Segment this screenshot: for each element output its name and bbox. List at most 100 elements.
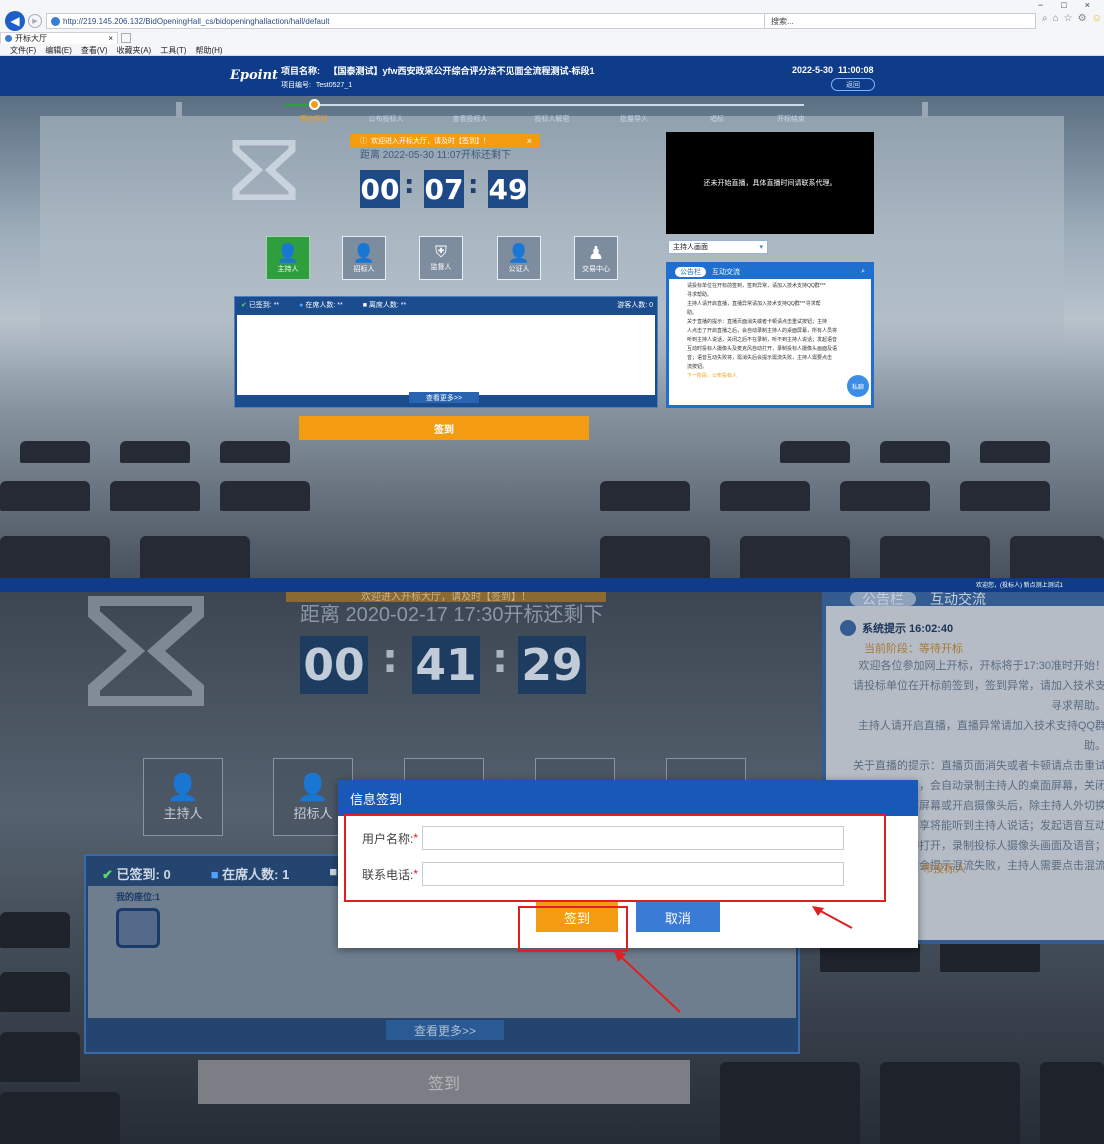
minimize-button[interactable]: − (1038, 0, 1043, 10)
signed-count: ✔ 已签到: ** (241, 300, 279, 310)
notice-panel: 公告栏 互动交流 ⌕ 请投标单位在开标前签到，签到异常，请加入技术支持QQ群**… (666, 262, 874, 408)
private-chat-label: 私聊 (851, 384, 864, 391)
home-icon[interactable]: ⌂ (1053, 13, 1059, 24)
back-button[interactable]: ◀ (5, 11, 25, 31)
notice-line: 助。 (687, 310, 698, 316)
welcome-close-icon[interactable]: × (527, 136, 532, 146)
role-center-card[interactable]: ♟ 交易中心 (574, 236, 618, 280)
tab-favicon-icon (5, 34, 12, 42)
view-more-label: 查看更多>> (425, 394, 463, 402)
notice-next-link[interactable]: 下一阶段：公布投标人 (687, 372, 869, 381)
role-host-card[interactable]: 👤 主持人 (266, 236, 310, 280)
scroll-right-handle[interactable] (922, 102, 928, 118)
hall-chair (880, 441, 950, 463)
step-1: 等待开标 (300, 116, 328, 123)
live-message: 还未开始直播，具体直播时间请联系代理。 (703, 180, 837, 187)
notice-line: 主持人请开启直播，直播异常请加入技术支持QQ群***寻求帮 (687, 301, 821, 307)
notice-line: 互动时投标人摄像头及麦克风自动打开，录制投标人摄像头画面及语 (687, 346, 838, 352)
host-icon: 👤 (276, 242, 300, 263)
private-chat-button[interactable]: 私聊 (847, 375, 869, 397)
check-icon: ✔ (241, 302, 249, 309)
smiley-icon[interactable]: ☺ (1092, 13, 1102, 24)
tab-title: 开标大厅 (15, 33, 47, 43)
notary-icon: 👤 (507, 242, 531, 263)
step-track (284, 104, 804, 106)
return-button[interactable]: 返回 (831, 78, 875, 91)
role-supervisor-card[interactable]: ⛨ 监督人 (419, 236, 463, 280)
annotation-arrow-button (617, 953, 681, 1013)
sign-in-button[interactable]: 签到 (299, 416, 589, 440)
visitor-count: 游客人数: 0 (617, 302, 653, 309)
offline-count-text: 离席人数: ** (368, 302, 407, 309)
live-source-value: 主持人画面 (673, 244, 708, 251)
project-code: Test0527_1 (315, 82, 353, 89)
hall-chair (980, 441, 1050, 463)
menu-favorites[interactable]: 收藏夹(A) (117, 45, 152, 56)
role-notary-card[interactable]: 👤 公证人 (497, 236, 541, 280)
notice-content: 请投标单位在开标前签到，签到异常，请加入技术支持QQ群*** 寻求帮助。 主持人… (687, 282, 869, 381)
menu-edit[interactable]: 编辑(E) (45, 45, 72, 56)
menu-view[interactable]: 查看(V) (81, 45, 108, 56)
step-2: 公布投标人 (368, 116, 404, 123)
search-icon[interactable]: ⌕ (861, 268, 865, 276)
close-window-button[interactable]: × (1085, 0, 1090, 10)
view-more-button[interactable]: 查看更多>> (409, 392, 479, 403)
tab-notice[interactable]: 公告栏 (675, 267, 706, 277)
countdown-colon: : (404, 170, 415, 200)
gear-icon[interactable]: ⚙ (1078, 13, 1087, 24)
new-tab-button[interactable] (121, 32, 131, 43)
notice-line: 音；语音互动失败将，需消失后会提示需流失败，主持人需要点击 (687, 355, 833, 361)
address-bar[interactable]: http://219.145.206.132/BidOpeningHall_cs… (46, 13, 796, 29)
role-host-label: 主持人 (277, 265, 299, 273)
role-tenderer-label: 招标人 (353, 265, 375, 273)
attendance-panel: ✔ 已签到: ** ● 在席人数: ** ■ 离席人数: ** 游客人数: 0 … (234, 296, 658, 408)
menu-tools[interactable]: 工具(T) (160, 45, 186, 56)
hall-chair (110, 481, 200, 511)
countdown-colon: : (468, 170, 479, 200)
hall-chair (1010, 536, 1104, 581)
url-text: http://219.145.206.132/BidOpeningHall_cs… (63, 16, 330, 26)
tab-row: 开标大厅 × (0, 31, 131, 44)
hall-chair (740, 536, 850, 581)
hall-chair (20, 441, 90, 463)
shield-icon: ⛨ (434, 244, 447, 261)
countdown-seconds: 49 (488, 170, 528, 208)
step-6: 唱标 (710, 116, 724, 123)
notice-line: 请投标单位在开标前签到，签到异常，请加入技术支持QQ群*** (687, 283, 826, 289)
browser-tab[interactable]: 开标大厅 × (0, 31, 118, 44)
annotation-arrows (614, 906, 853, 1013)
project-code-label: 项目编号: (281, 82, 311, 89)
footer-bar (0, 578, 1104, 592)
menu-help[interactable]: 帮助(H) (195, 45, 222, 56)
hall-chair (840, 481, 930, 511)
project-name-row: 项目名称: 【国泰测试】yfw西安政采公开综合评分法不见面全流程测试-标段1 (281, 64, 595, 77)
live-source-select[interactable]: 主持人画面 ▾ (668, 240, 768, 254)
role-center-label: 交易中心 (582, 265, 610, 273)
notice-line: 关于直播的提示：直播页面消失或者卡顿请点击重试按钮；主持 (687, 319, 828, 325)
star-icon[interactable]: ☆ (1064, 13, 1073, 24)
role-tenderer-card[interactable]: 👤 招标人 (342, 236, 386, 280)
top-screenshot: ◀ ▶ http://219.145.206.132/BidOpeningHal… (0, 0, 1104, 592)
notice-line: 寻求帮助。 (687, 292, 713, 298)
step-current-marker (309, 99, 320, 110)
hall-chair (600, 536, 710, 581)
browser-chrome: ◀ ▶ http://219.145.206.132/BidOpeningHal… (0, 0, 1104, 56)
arrow-left-icon: ◀ (10, 14, 20, 28)
scroll-left-handle[interactable] (176, 102, 182, 118)
ie-page-icon (51, 16, 60, 26)
tab-close-icon[interactable]: × (108, 34, 113, 43)
search-icon[interactable]: ⌕ (1042, 13, 1048, 24)
hall-chair (720, 481, 810, 511)
maximize-button[interactable]: □ (1061, 0, 1066, 10)
hourglass-icon (232, 138, 296, 202)
attendance-list (237, 315, 655, 395)
step-4: 投标人解密 (534, 116, 570, 123)
forward-button[interactable]: ▶ (28, 14, 42, 28)
countdown-minutes: 07 (424, 170, 464, 208)
menu-file[interactable]: 文件(F) (10, 45, 36, 56)
notice-tabs: 公告栏 互动交流 ⌕ (669, 265, 871, 279)
browser-search-input[interactable]: 搜索... (764, 13, 1036, 29)
hall-chair (960, 481, 1050, 511)
menu-bar: 文件(F) 编辑(E) 查看(V) 收藏夹(A) 工具(T) 帮助(H) (0, 44, 223, 56)
tab-chat[interactable]: 互动交流 (712, 267, 740, 277)
